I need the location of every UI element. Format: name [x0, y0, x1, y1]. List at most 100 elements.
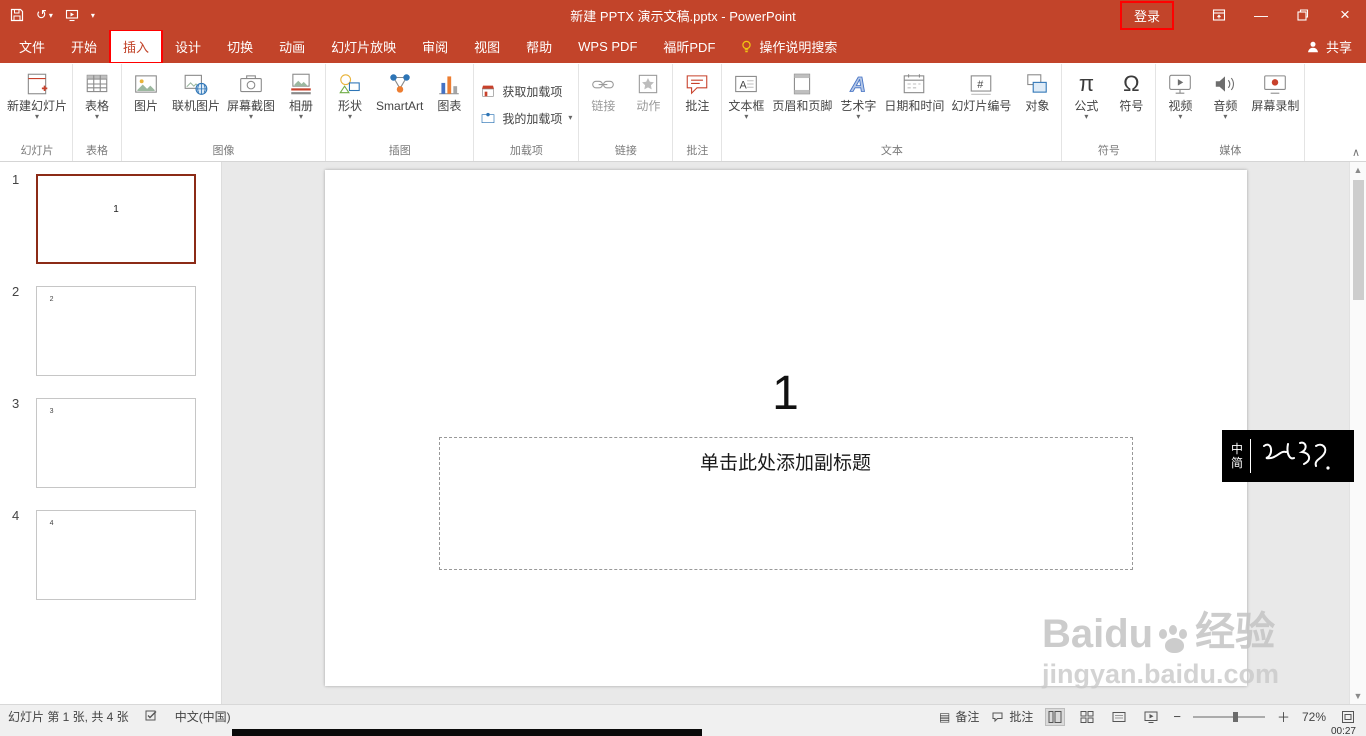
- tab-review[interactable]: 审阅: [409, 30, 461, 63]
- ribbon-button-pictures[interactable]: 图片: [124, 65, 168, 144]
- ribbon-button-equation[interactable]: π 公式 ▾: [1064, 65, 1108, 144]
- save-icon: [10, 8, 24, 22]
- badge-char-bottom: 简: [1231, 456, 1244, 470]
- tab-animations[interactable]: 动画: [266, 30, 318, 63]
- ribbon-button-screenshot[interactable]: 屏幕截图 ▾: [224, 65, 278, 144]
- notes-toggle[interactable]: ▤ 备注: [939, 708, 979, 725]
- scrollbar-thumb[interactable]: [1352, 180, 1364, 300]
- customize-qat-button[interactable]: ▾: [91, 11, 95, 20]
- ribbon-button-wordart[interactable]: A 艺术字 ▾: [836, 65, 880, 144]
- ribbon-button-table[interactable]: 表格 ▾: [75, 65, 119, 144]
- action-icon: [635, 69, 661, 99]
- ribbon-button-link[interactable]: 链接: [581, 65, 625, 144]
- ribbon-button-audio[interactable]: 音频 ▾: [1203, 65, 1247, 144]
- tell-me-search[interactable]: 操作说明搜索: [728, 30, 849, 63]
- photo-album-icon: [288, 69, 314, 99]
- minimize-button[interactable]: —: [1240, 0, 1282, 30]
- start-slideshow-button[interactable]: [65, 8, 79, 22]
- tab-slideshow[interactable]: 幻灯片放映: [318, 30, 409, 63]
- chevron-down-icon: ▾: [856, 112, 861, 121]
- object-icon: [1024, 69, 1050, 99]
- ribbon-button-symbol[interactable]: Ω 符号: [1109, 65, 1153, 144]
- zoom-slider[interactable]: [1192, 711, 1265, 722]
- ribbon-display-options-button[interactable]: [1198, 0, 1240, 30]
- ribbon-button-action[interactable]: 动作: [626, 65, 670, 144]
- group-label-symbols: 符号: [1097, 145, 1120, 157]
- scroll-down-icon[interactable]: ▼: [1354, 691, 1363, 701]
- person-icon: [1307, 41, 1318, 52]
- fit-slide-to-window-button[interactable]: [1338, 708, 1358, 726]
- tab-wps-pdf[interactable]: WPS PDF: [565, 30, 650, 63]
- ribbon-button-comment[interactable]: 批注: [675, 65, 719, 144]
- slide-thumbnail-1[interactable]: 1: [36, 174, 196, 264]
- ribbon-button-slide-number[interactable]: # 幻灯片编号: [948, 65, 1014, 144]
- ribbon-button-photo-album[interactable]: 相册 ▾: [279, 65, 323, 144]
- ribbon-button-screen-recording[interactable]: 屏幕录制: [1248, 65, 1302, 144]
- ribbon-button-header-footer[interactable]: 页眉和页脚: [769, 65, 835, 144]
- ribbon-tab-bar: 文件 开始 插入 设计 切换 动画 幻灯片放映 审阅 视图 帮助 WPS PDF…: [0, 29, 1366, 64]
- scroll-up-icon[interactable]: ▲: [1354, 165, 1363, 175]
- video-icon: [1167, 69, 1193, 99]
- tab-home[interactable]: 开始: [58, 30, 110, 63]
- ribbon-button-online-pictures[interactable]: 联机图片: [169, 65, 223, 144]
- thumbnail-row: 1 1: [0, 172, 221, 264]
- slide-title-text[interactable]: 1: [325, 366, 1247, 421]
- thumbnail-content: 4: [49, 519, 54, 527]
- ribbon-button-new-slide[interactable]: 新建幻灯片 ▾: [4, 65, 70, 144]
- ribbon-button-my-addins[interactable]: 我的加载项 ▾: [480, 110, 572, 127]
- tab-help[interactable]: 帮助: [513, 30, 565, 63]
- login-button[interactable]: 登录: [1119, 0, 1175, 30]
- ribbon-button-text-box[interactable]: A 文本框 ▾: [724, 65, 768, 144]
- store-icon: [482, 85, 495, 97]
- subtitle-placeholder[interactable]: 单击此处添加副标题: [438, 437, 1133, 570]
- slide-sorter-view-button[interactable]: [1077, 708, 1097, 726]
- close-button[interactable]: ×: [1324, 0, 1366, 30]
- slide-thumbnail-2[interactable]: 2: [36, 286, 196, 376]
- ribbon-display-icon: [1212, 9, 1226, 21]
- badge-divider: [1250, 439, 1252, 473]
- language-indicator[interactable]: 中文(中国): [175, 708, 231, 725]
- tab-transitions[interactable]: 切换: [214, 30, 266, 63]
- ribbon-button-video[interactable]: 视频 ▾: [1158, 65, 1202, 144]
- ribbon-button-shapes[interactable]: 形状 ▾: [328, 65, 372, 144]
- save-button[interactable]: [10, 8, 24, 22]
- ribbon: 新建幻灯片 ▾ 幻灯片 表格 ▾ 表格 图片 联机图片 屏幕截图 ▾ 相册 ▾ …: [0, 63, 1366, 162]
- tab-design[interactable]: 设计: [162, 30, 214, 63]
- video-progress-bar: [232, 729, 702, 736]
- slide-thumbnail-3[interactable]: 3: [36, 398, 196, 488]
- chart-icon: [436, 69, 462, 99]
- collapse-ribbon-icon[interactable]: ∧: [1352, 146, 1360, 159]
- slide-counter: 幻灯片 第 1 张, 共 4 张: [8, 710, 129, 724]
- restore-button[interactable]: [1282, 0, 1324, 30]
- ribbon-group-addins: 获取加载项 我的加载项 ▾ 加载项: [474, 64, 580, 161]
- ribbon-button-chart[interactable]: 图表: [427, 65, 471, 144]
- comments-toggle[interactable]: 批注: [991, 708, 1033, 725]
- ribbon-button-date-time[interactable]: 日期和时间: [881, 65, 947, 144]
- group-label-addins: 加载项: [509, 145, 543, 157]
- zoom-in-button[interactable]: ＋: [1277, 707, 1290, 726]
- zoom-percentage[interactable]: 72%: [1302, 710, 1326, 724]
- reading-view-button[interactable]: [1109, 708, 1129, 726]
- ribbon-button-get-addins[interactable]: 获取加载项: [480, 83, 572, 100]
- slide-canvas-area: 1 单击此处添加副标题 Baidu 经验 jingyan.baidu.com: [222, 162, 1349, 704]
- zoom-out-button[interactable]: −: [1173, 709, 1181, 724]
- tab-foxit-pdf[interactable]: 福昕PDF: [650, 30, 728, 63]
- button-label: 音频: [1213, 99, 1238, 113]
- wordart-icon: A: [845, 69, 871, 99]
- zoom-slider-thumb[interactable]: [1233, 711, 1239, 722]
- date-time-icon: [901, 69, 927, 99]
- button-label: 视频: [1168, 99, 1193, 113]
- ribbon-button-object[interactable]: 对象: [1015, 65, 1059, 144]
- undo-button[interactable]: ↺ ▾: [36, 7, 53, 23]
- slideshow-view-button[interactable]: [1141, 708, 1161, 726]
- tab-view[interactable]: 视图: [461, 30, 513, 63]
- chevron-down-icon: ▾: [744, 112, 749, 121]
- share-button[interactable]: 共享: [1306, 30, 1352, 63]
- ribbon-button-smartart[interactable]: SmartArt: [373, 65, 426, 144]
- slide-thumbnail-4[interactable]: 4: [36, 510, 196, 600]
- normal-view-button[interactable]: [1045, 707, 1066, 726]
- tab-file[interactable]: 文件: [6, 30, 58, 63]
- spell-check-button[interactable]: [145, 710, 159, 723]
- button-label: 形状: [338, 99, 363, 113]
- tab-insert[interactable]: 插入: [109, 29, 164, 64]
